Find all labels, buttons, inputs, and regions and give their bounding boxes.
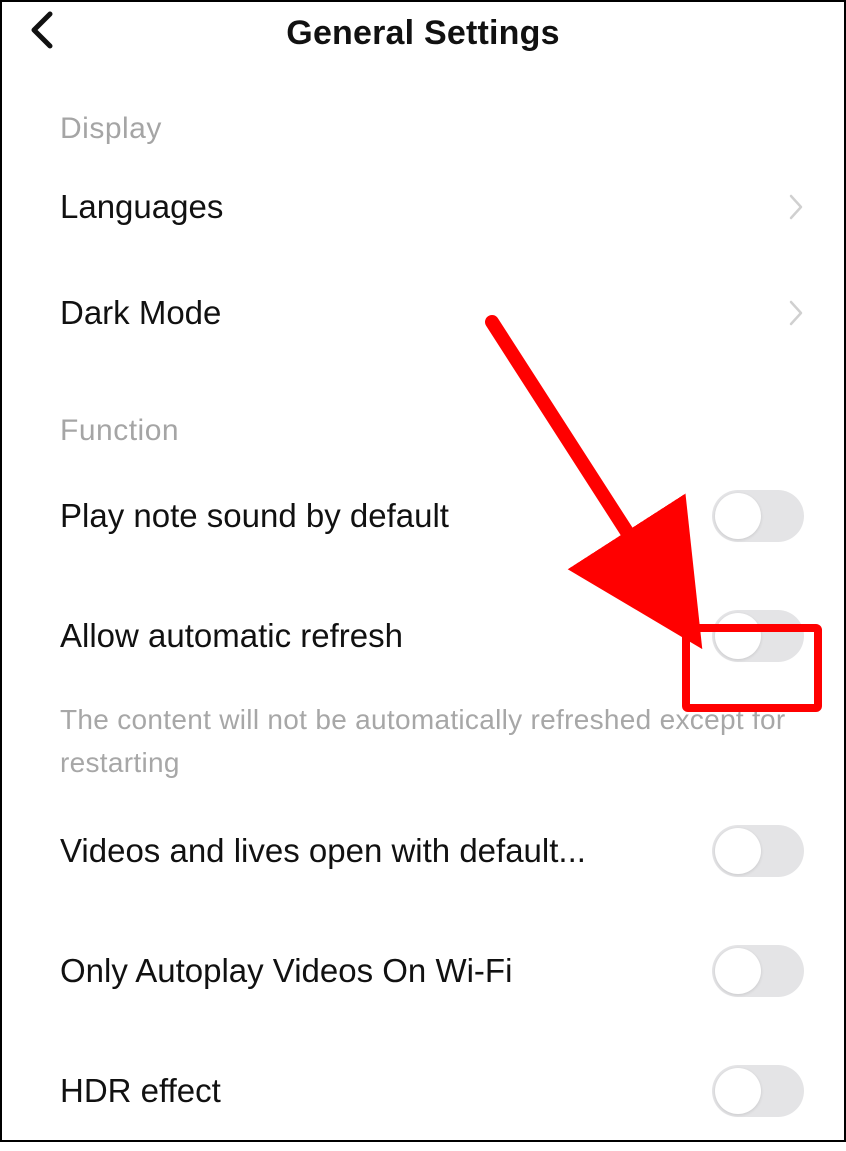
row-videos-default[interactable]: Videos and lives open with default... — [2, 795, 844, 911]
row-dark-mode[interactable]: Dark Mode — [2, 260, 844, 366]
row-languages[interactable]: Languages — [2, 154, 844, 260]
row-dark-mode-label: Dark Mode — [60, 294, 788, 332]
back-button[interactable] — [20, 8, 64, 52]
row-languages-label: Languages — [60, 188, 788, 226]
row-allow-auto-refresh-label: Allow automatic refresh — [60, 617, 712, 655]
row-only-wifi[interactable]: Only Autoplay Videos On Wi-Fi — [2, 911, 844, 1031]
annotation-highlight-box — [682, 624, 822, 712]
chevron-right-icon — [788, 299, 804, 327]
section-header-function: Function — [2, 366, 844, 456]
toggle-hdr[interactable] — [712, 1065, 804, 1117]
toggle-videos-default[interactable] — [712, 825, 804, 877]
back-icon — [28, 10, 56, 50]
toggle-only-wifi[interactable] — [712, 945, 804, 997]
section-header-display: Display — [2, 64, 844, 154]
row-play-note-sound-label: Play note sound by default — [60, 497, 712, 535]
page-title: General Settings — [286, 14, 559, 53]
row-hdr[interactable]: HDR effect — [2, 1031, 844, 1151]
row-hdr-label: HDR effect — [60, 1072, 712, 1110]
row-play-note-sound[interactable]: Play note sound by default — [2, 456, 844, 576]
toggle-play-note-sound[interactable] — [712, 490, 804, 542]
chevron-right-icon — [788, 193, 804, 221]
header-bar: General Settings — [2, 2, 844, 64]
row-videos-default-label: Videos and lives open with default... — [60, 832, 712, 870]
row-only-wifi-label: Only Autoplay Videos On Wi-Fi — [60, 952, 712, 990]
settings-content: Display Languages Dark Mode Function Pla… — [2, 64, 844, 1151]
